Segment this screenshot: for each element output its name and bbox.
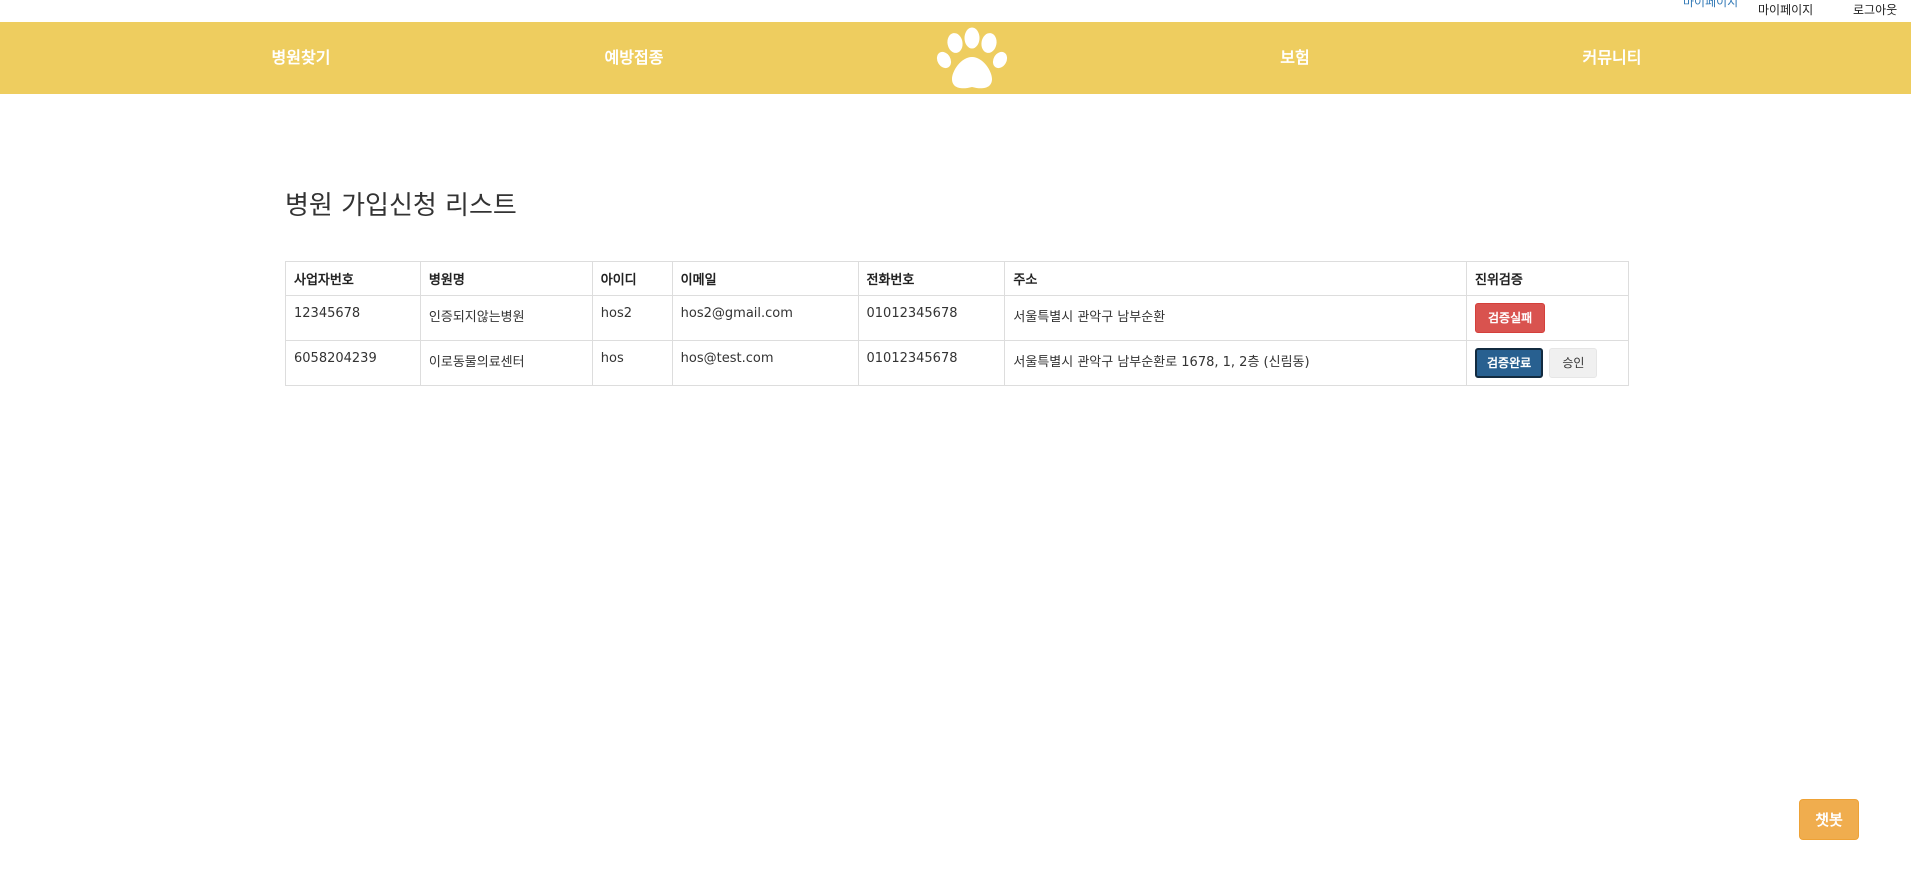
paw-icon[interactable]	[935, 24, 1009, 92]
mypage-link-highlighted[interactable]: 마이페이지	[1683, 0, 1738, 10]
nav-find-hospital[interactable]: 병원찾기	[251, 22, 351, 94]
header-verification: 진위검증	[1466, 261, 1629, 296]
paw-logo-svg	[936, 27, 1008, 89]
table-row: 6058204239 이로동물의료센터 hos hos@test.com 010…	[285, 340, 1629, 386]
verify-complete-button[interactable]: 검증완료	[1475, 348, 1544, 378]
top-utility-links: 마이페이지 마이페이지 로그아웃	[0, 0, 1911, 22]
header-hospital-name: 병원명	[419, 261, 593, 296]
table-header-row: 사업자번호 병원명 아이디 이메일 전화번호 주소 진위검증	[285, 261, 1629, 296]
header-user-id: 아이디	[591, 261, 673, 296]
nav-vaccination[interactable]: 예방접종	[584, 22, 684, 94]
page-title: 병원 가입신청 리스트	[285, 191, 517, 221]
cell-phone: 01012345678	[857, 340, 1006, 386]
header-email: 이메일	[671, 261, 859, 296]
nav-insurance[interactable]: 보험	[1245, 22, 1345, 94]
verify-failed-button[interactable]: 검증실패	[1475, 303, 1546, 333]
cell-verification: 검증완료 승인	[1466, 340, 1629, 386]
cell-hospital-name: 이로동물의료센터	[419, 340, 593, 386]
approve-button[interactable]: 승인	[1549, 348, 1598, 378]
chatbot-button[interactable]: 챗봇	[1799, 799, 1859, 840]
mypage-link[interactable]: 마이페이지	[1758, 2, 1813, 18]
cell-email: hos@test.com	[671, 340, 859, 386]
nav-community[interactable]: 커뮤니티	[1562, 22, 1662, 94]
cell-email: hos2@gmail.com	[671, 295, 859, 341]
logout-link[interactable]: 로그아웃	[1853, 2, 1897, 18]
cell-user-id: hos	[591, 340, 673, 386]
table-row: 12345678 인증되지않는병원 hos2 hos2@gmail.com 01…	[285, 295, 1629, 341]
cell-phone: 01012345678	[857, 295, 1006, 341]
cell-biz-no: 12345678	[285, 295, 421, 341]
cell-hospital-name: 인증되지않는병원	[419, 295, 593, 341]
cell-biz-no: 6058204239	[285, 340, 421, 386]
header-phone: 전화번호	[857, 261, 1006, 296]
cell-user-id: hos2	[591, 295, 673, 341]
main-navbar: 병원찾기 예방접종 보험 커뮤니티	[0, 22, 1911, 94]
hospital-signup-table: 사업자번호 병원명 아이디 이메일 전화번호 주소 진위검증 12345678 …	[285, 261, 1629, 386]
header-biz-no: 사업자번호	[285, 261, 421, 296]
header-address: 주소	[1004, 261, 1468, 296]
cell-address: 서울특별시 관악구 남부순환로 1678, 1, 2층 (신림동)	[1004, 340, 1468, 386]
cell-address: 서울특별시 관악구 남부순환	[1004, 295, 1468, 341]
cell-verification: 검증실패	[1466, 295, 1629, 341]
